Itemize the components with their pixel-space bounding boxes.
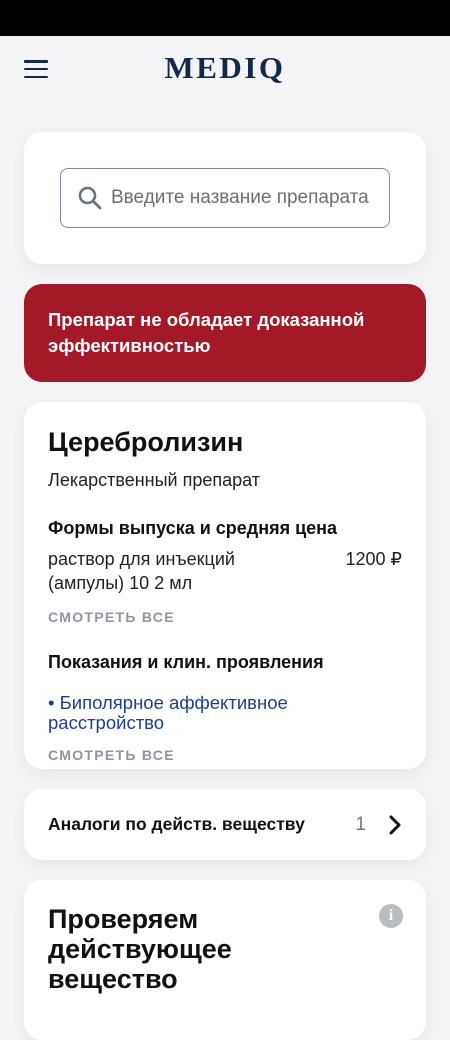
info-icon[interactable]: i <box>379 904 403 928</box>
search-card <box>24 132 426 264</box>
search-input[interactable] <box>111 187 371 209</box>
chevron-right-icon <box>389 815 401 834</box>
indications-section-title: Показания и клин. проявления <box>48 652 324 672</box>
active-substance-check-card: Проверяем действующее вещество i <box>24 880 426 1040</box>
analogs-card[interactable]: Аналоги по действ. веществу 1 <box>24 789 426 860</box>
form-name: раствор для инъекций (ампулы) 10 2 мл <box>48 549 235 593</box>
form-row: раствор для инъекций (ампулы) 10 2 мл 12… <box>48 547 402 595</box>
indications-see-all-button[interactable]: СМОТРЕТЬ ВСЕ <box>48 747 402 763</box>
drug-name: Церебролизин <box>48 427 244 457</box>
status-bar <box>0 0 450 36</box>
app-header: MEDIQ <box>0 36 450 100</box>
drug-type: Лекарственный препарат <box>48 470 261 490</box>
indication-link[interactable]: • Биполярное аффективное расстройство <box>48 693 402 733</box>
check-title: Проверяем действующее вещество <box>48 904 232 994</box>
no-efficacy-warning: Препарат не обладает доказанной эффектив… <box>24 284 426 382</box>
search-box[interactable] <box>60 168 390 228</box>
search-icon <box>78 186 102 210</box>
analogs-count: 1 <box>355 813 366 835</box>
forms-section-title: Формы выпуска и средняя цена <box>48 518 338 538</box>
forms-see-all-button[interactable]: СМОТРЕТЬ ВСЕ <box>48 609 402 625</box>
drug-card: Церебролизин Лекарственный препарат Форм… <box>24 402 426 769</box>
form-price: 1200 ₽ <box>345 549 403 569</box>
app-logo: MEDIQ <box>164 50 286 85</box>
analogs-label: Аналоги по действ. веществу <box>48 814 305 834</box>
